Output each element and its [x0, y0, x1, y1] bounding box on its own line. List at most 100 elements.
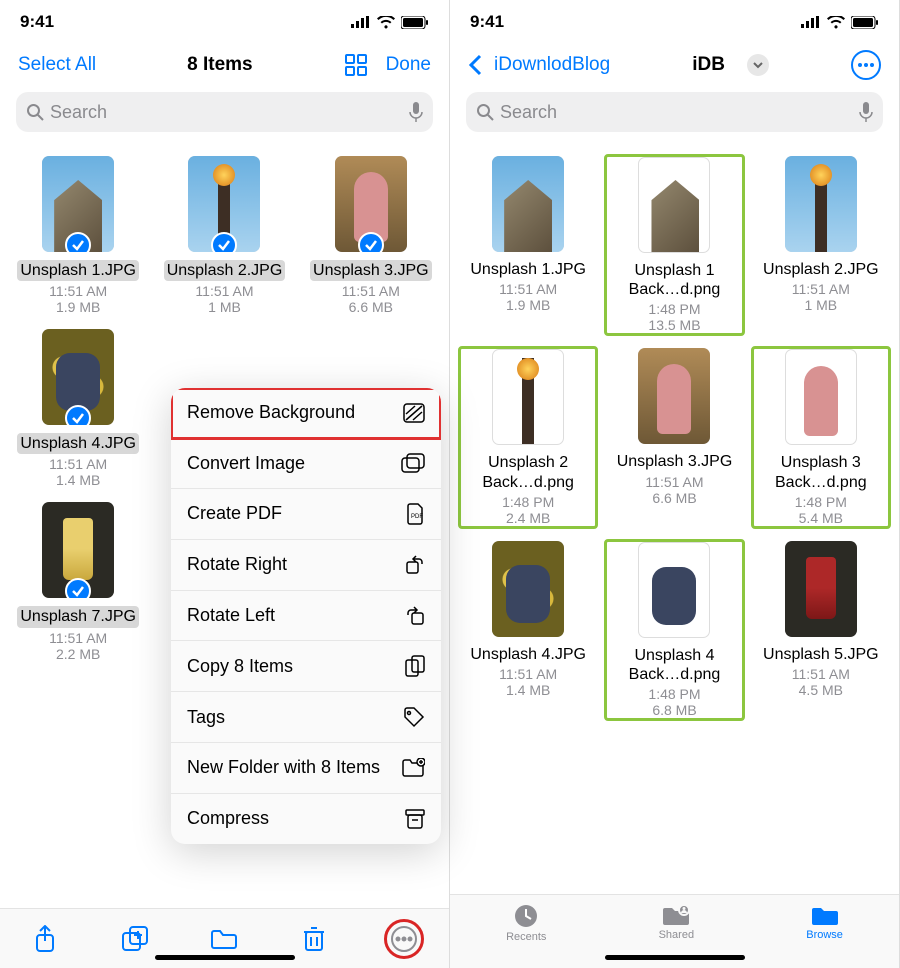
more-menu-button[interactable] [851, 50, 881, 80]
file-item[interactable]: Unsplash 2 Back…d.png1:48 PM2.4 MB [458, 346, 598, 528]
file-time: 1:48 PM [648, 301, 700, 317]
file-time: 11:51 AM [792, 666, 850, 682]
file-size: 1 MB [208, 299, 241, 315]
file-size: 6.6 MB [349, 299, 393, 315]
menu-remove-background[interactable]: Remove Background [171, 388, 441, 439]
file-item[interactable]: Unsplash 4.JPG 11:51 AM 1.4 MB [8, 327, 148, 490]
thumbnail [42, 329, 114, 425]
status-bar: 9:41 [450, 0, 899, 44]
tab-label: Recents [506, 931, 546, 943]
file-time: 11:51 AM [49, 283, 107, 299]
menu-rotate-left[interactable]: Rotate Left [171, 591, 441, 642]
search-placeholder: Search [50, 102, 107, 123]
file-time: 11:51 AM [49, 456, 107, 472]
mic-icon[interactable] [409, 102, 423, 122]
file-item[interactable]: Unsplash 4 Back…d.png1:48 PM6.8 MB [604, 539, 744, 721]
file-size: 2.4 MB [506, 510, 550, 526]
done-button[interactable]: Done [386, 54, 431, 76]
file-name: Unsplash 5.JPG [763, 645, 879, 664]
rotate-left-icon [405, 606, 425, 626]
status-time: 9:41 [20, 12, 54, 32]
thumbnail [492, 156, 564, 252]
file-item[interactable]: Unsplash 5.JPG11:51 AM4.5 MB [751, 539, 891, 721]
thumbnail [785, 349, 857, 445]
archive-icon [405, 809, 425, 829]
status-bar: 9:41 [0, 0, 449, 44]
search-field[interactable]: Search [466, 92, 883, 132]
search-icon [476, 103, 494, 121]
file-size: 1.9 MB [56, 299, 100, 315]
file-item[interactable]: Unsplash 4.JPG11:51 AM1.4 MB [458, 539, 598, 721]
phone-left: 9:41 Select All 8 Items Done Search Unsp… [0, 0, 450, 968]
grid-view-icon[interactable] [344, 53, 368, 77]
menu-tags[interactable]: Tags [171, 692, 441, 743]
search-icon [26, 103, 44, 121]
file-time: 11:51 AM [792, 281, 850, 297]
menu-compress[interactable]: Compress [171, 794, 441, 844]
check-icon [358, 232, 384, 252]
menu-label: Compress [187, 808, 269, 830]
file-item[interactable]: Unsplash 1 Back…d.png1:48 PM13.5 MB [604, 154, 744, 336]
menu-create-pdf[interactable]: Create PDF PDF [171, 489, 441, 540]
more-button[interactable] [384, 919, 424, 959]
nav-title: 8 Items [187, 54, 252, 76]
file-size: 2.2 MB [56, 646, 100, 662]
back-label[interactable]: iDownlodBlog [494, 54, 610, 76]
thumbnail [638, 157, 710, 253]
thumbnail [785, 156, 857, 252]
pdf-icon: PDF [407, 503, 425, 525]
file-item[interactable]: Unsplash 2.JPG 11:51 AM 1 MB [154, 154, 294, 317]
chevron-down-icon[interactable] [747, 54, 769, 76]
file-time: 11:51 AM [342, 283, 400, 299]
menu-rotate-right[interactable]: Rotate Right [171, 540, 441, 591]
delete-button[interactable] [294, 919, 334, 959]
home-indicator [155, 955, 295, 960]
tab-label: Shared [659, 929, 694, 941]
search-placeholder: Search [500, 102, 557, 123]
file-time: 11:51 AM [499, 666, 557, 682]
tab-shared[interactable]: Shared [659, 903, 694, 941]
check-icon [65, 232, 91, 252]
file-item[interactable]: Unsplash 7.JPG 11:51 AM 2.2 MB [8, 500, 148, 663]
file-item[interactable]: Unsplash 1.JPG11:51 AM1.9 MB [458, 154, 598, 336]
signal-icon [351, 16, 371, 28]
share-button[interactable] [25, 919, 65, 959]
duplicate-button[interactable] [115, 919, 155, 959]
file-name: Unsplash 2.JPG [164, 260, 286, 281]
file-item[interactable]: Unsplash 2.JPG11:51 AM1 MB [751, 154, 891, 336]
file-item[interactable]: Unsplash 1.JPG 11:51 AM 1.9 MB [8, 154, 148, 317]
signal-icon [801, 16, 821, 28]
svg-text:PDF: PDF [411, 514, 423, 520]
menu-convert-image[interactable]: Convert Image [171, 439, 441, 490]
file-name: Unsplash 2.JPG [763, 260, 879, 279]
file-time: 1:48 PM [795, 494, 847, 510]
menu-new-folder[interactable]: New Folder with 8 Items [171, 743, 441, 794]
battery-icon [851, 16, 879, 29]
back-button[interactable] [468, 54, 482, 76]
thumbnail [638, 348, 710, 444]
select-all-button[interactable]: Select All [18, 54, 96, 76]
thumbnail [188, 156, 260, 252]
file-name: Unsplash 1.JPG [470, 260, 586, 279]
menu-copy-items[interactable]: Copy 8 Items [171, 641, 441, 692]
file-size: 6.6 MB [652, 490, 696, 506]
file-name: Unsplash 3 Back…d.png [757, 453, 885, 491]
wifi-icon [827, 16, 845, 29]
tab-recents[interactable]: Recents [506, 903, 546, 943]
search-field[interactable]: Search [16, 92, 433, 132]
thumbnail [492, 541, 564, 637]
file-name: Unsplash 2 Back…d.png [464, 453, 592, 491]
mic-icon[interactable] [859, 102, 873, 122]
tab-browse[interactable]: Browse [806, 903, 843, 941]
file-name: Unsplash 7.JPG [17, 606, 139, 627]
move-button[interactable] [204, 919, 244, 959]
menu-label: Copy 8 Items [187, 656, 293, 678]
file-name: Unsplash 1 Back…d.png [610, 261, 738, 299]
rotate-right-icon [405, 555, 425, 575]
nav-title: iDB [692, 54, 725, 76]
menu-label: Create PDF [187, 503, 282, 525]
file-item[interactable]: Unsplash 3 Back…d.png1:48 PM5.4 MB [751, 346, 891, 528]
file-item[interactable]: Unsplash 3.JPG11:51 AM6.6 MB [604, 346, 744, 528]
file-item[interactable]: Unsplash 3.JPG 11:51 AM 6.6 MB [301, 154, 441, 317]
thumbnail [42, 502, 114, 598]
